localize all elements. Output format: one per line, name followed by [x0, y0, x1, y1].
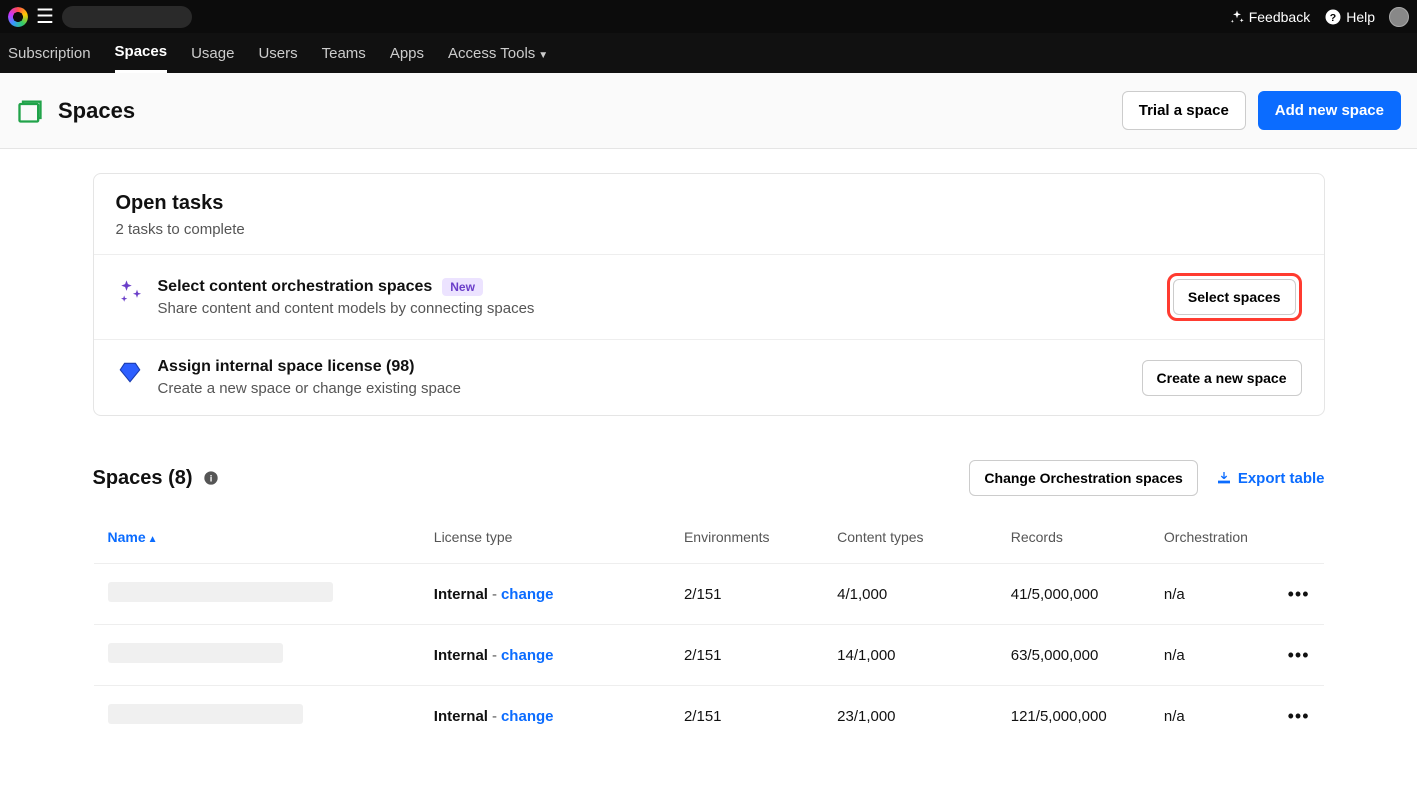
records-value: 41/5,000,000	[997, 564, 1150, 625]
chevron-down-icon: ▼	[538, 50, 548, 61]
content-types-value: 4/1,000	[823, 564, 997, 625]
space-name-redacted	[108, 643, 283, 663]
highlight-box: Select spaces	[1167, 273, 1302, 321]
feedback-label: Feedback	[1249, 9, 1310, 25]
license-type: Internal	[434, 708, 488, 725]
col-environments[interactable]: Environments	[670, 511, 823, 564]
feedback-button[interactable]: Feedback	[1229, 9, 1310, 25]
help-label: Help	[1346, 9, 1375, 25]
records-value: 121/5,000,000	[997, 686, 1150, 747]
orchestration-value: n/a	[1150, 625, 1273, 686]
page-header: Spaces Trial a space Add new space	[0, 73, 1417, 149]
nav-subscription[interactable]: Subscription	[8, 35, 91, 72]
download-icon	[1216, 470, 1232, 486]
task2-title: Assign internal space license (98)	[158, 358, 415, 376]
new-badge: New	[442, 278, 483, 296]
open-tasks-header: Open tasks 2 tasks to complete	[94, 174, 1324, 254]
info-icon[interactable]: i	[203, 470, 219, 486]
environments-value: 2/151	[670, 686, 823, 747]
change-license-link[interactable]: change	[501, 708, 554, 725]
col-name-label: Name	[108, 529, 146, 545]
sparkle-icon	[1229, 9, 1245, 25]
content-types-value: 14/1,000	[823, 625, 997, 686]
main-nav: Subscription Spaces Usage Users Teams Ap…	[0, 33, 1417, 73]
change-license-link[interactable]: change	[501, 647, 554, 664]
topbar-left: ☰	[8, 4, 192, 29]
environments-value: 2/151	[670, 625, 823, 686]
change-orchestration-button[interactable]: Change Orchestration spaces	[969, 460, 1197, 496]
license-type: Internal	[434, 647, 488, 664]
sort-asc-icon: ▲	[148, 534, 158, 545]
select-spaces-button[interactable]: Select spaces	[1173, 279, 1296, 315]
spaces-title: Spaces (8)	[93, 467, 193, 490]
nav-users[interactable]: Users	[258, 35, 297, 72]
task2-desc: Create a new space or change existing sp…	[158, 380, 462, 397]
nav-access-tools-label: Access Tools	[448, 45, 535, 62]
col-content-types[interactable]: Content types	[823, 511, 997, 564]
more-icon[interactable]: •••	[1288, 706, 1310, 726]
contentful-logo[interactable]	[8, 7, 28, 27]
create-new-space-button[interactable]: Create a new space	[1142, 360, 1302, 396]
orchestration-value: n/a	[1150, 564, 1273, 625]
space-name-redacted	[108, 704, 303, 724]
content: Open tasks 2 tasks to complete Select co…	[93, 149, 1325, 787]
table-row[interactable]: Internal-change 2/151 23/1,000 121/5,000…	[93, 686, 1324, 747]
topbar-right: Feedback ? Help	[1229, 7, 1409, 27]
sparkles-icon	[116, 278, 144, 306]
orchestration-value: n/a	[1150, 686, 1273, 747]
add-new-space-button[interactable]: Add new space	[1258, 91, 1401, 130]
change-license-link[interactable]: change	[501, 586, 554, 603]
avatar[interactable]	[1389, 7, 1409, 27]
table-row[interactable]: Internal-change 2/151 4/1,000 41/5,000,0…	[93, 564, 1324, 625]
nav-spaces[interactable]: Spaces	[115, 33, 168, 73]
col-name[interactable]: Name▲	[93, 511, 420, 564]
nav-teams[interactable]: Teams	[322, 35, 366, 72]
col-orchestration[interactable]: Orchestration	[1150, 511, 1273, 564]
spaces-icon	[16, 97, 44, 125]
task1-title: Select content orchestration spaces	[158, 278, 433, 296]
col-license[interactable]: License type	[420, 511, 670, 564]
records-value: 63/5,000,000	[997, 625, 1150, 686]
page-actions: Trial a space Add new space	[1122, 91, 1401, 130]
open-tasks-title: Open tasks	[116, 192, 1302, 215]
more-icon[interactable]: •••	[1288, 645, 1310, 665]
trial-space-button[interactable]: Trial a space	[1122, 91, 1246, 130]
more-icon[interactable]: •••	[1288, 584, 1310, 604]
license-type: Internal	[434, 586, 488, 603]
svg-text:?: ?	[1330, 11, 1336, 23]
export-table-link[interactable]: Export table	[1216, 470, 1325, 487]
help-button[interactable]: ? Help	[1324, 8, 1375, 26]
nav-usage[interactable]: Usage	[191, 35, 234, 72]
help-icon: ?	[1324, 8, 1342, 26]
table-row[interactable]: Internal-change 2/151 14/1,000 63/5,000,…	[93, 625, 1324, 686]
nav-apps[interactable]: Apps	[390, 35, 424, 72]
task-select-orchestration: Select content orchestration spaces New …	[94, 254, 1324, 339]
col-records[interactable]: Records	[997, 511, 1150, 564]
task-assign-license: Assign internal space license (98) Creat…	[94, 339, 1324, 415]
spaces-section-head: Spaces (8) i Change Orchestration spaces…	[93, 460, 1325, 496]
page-header-left: Spaces	[16, 97, 135, 125]
topbar: ☰ Feedback ? Help	[0, 0, 1417, 33]
content-types-value: 23/1,000	[823, 686, 997, 747]
task1-desc: Share content and content models by conn…	[158, 300, 535, 317]
export-table-label: Export table	[1238, 470, 1325, 487]
environments-value: 2/151	[670, 564, 823, 625]
open-tasks-subtitle: 2 tasks to complete	[116, 221, 1302, 238]
spaces-table: Name▲ License type Environments Content …	[93, 510, 1325, 747]
org-selector[interactable]	[62, 6, 192, 28]
nav-access-tools[interactable]: Access Tools▼	[448, 35, 548, 72]
gem-icon	[116, 358, 144, 386]
hamburger-icon[interactable]: ☰	[36, 4, 54, 29]
svg-text:i: i	[209, 473, 212, 483]
open-tasks-card: Open tasks 2 tasks to complete Select co…	[93, 173, 1325, 416]
space-name-redacted	[108, 582, 333, 602]
page-title: Spaces	[58, 98, 135, 124]
